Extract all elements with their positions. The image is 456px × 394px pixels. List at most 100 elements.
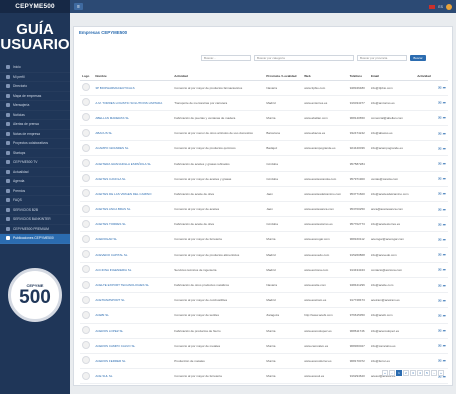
sidebar-item[interactable]: Publicaciones CEPYME500 xyxy=(0,234,70,244)
sidebar-item[interactable]: CEPYME500 PREMIUM xyxy=(0,225,70,235)
cell-name[interactable]: ACEROGAR SL xyxy=(93,231,173,248)
cell-name[interactable]: ACEITES CANOLA SL xyxy=(93,171,173,187)
cell-web[interactable]: www.acevedo.com xyxy=(302,247,348,263)
page-button[interactable]: 2 xyxy=(403,370,409,376)
cell-web[interactable] xyxy=(302,155,348,172)
sidebar-item[interactable]: Actualidad xyxy=(0,168,70,178)
sidebar-item[interactable]: Proyectos colaborativos xyxy=(0,139,70,149)
cell-name[interactable]: ACEITES DE LAS VIRGEN DEL CAMINO xyxy=(93,186,173,203)
cell-email[interactable]: info@acampogrande.es xyxy=(368,140,416,157)
sidebar-item[interactable]: Startups xyxy=(0,149,70,159)
sidebar-item[interactable]: Alertas de prensa xyxy=(0,120,70,130)
sidebar-item[interactable]: Mi perfil xyxy=(0,73,70,83)
search-button[interactable]: Buscar xyxy=(410,55,426,61)
cell-web[interactable]: www.3pbio.com xyxy=(302,80,348,96)
table-row[interactable]: ABELLAN MADERAS SL Fabricación de puertas… xyxy=(80,110,448,127)
cell-web[interactable]: www.acerogar.com xyxy=(302,231,348,248)
cell-web[interactable]: www.aceitesdelcamino.com xyxy=(302,186,348,203)
cell-email[interactable]: acerogar@acerogar.com xyxy=(368,231,416,248)
share-icon[interactable]: ➦ xyxy=(443,358,446,363)
cell-web[interactable]: www.acciona.com xyxy=(302,262,348,278)
sidebar-item[interactable]: CEPYME500 TV xyxy=(0,158,70,168)
share-icon[interactable]: ➦ xyxy=(443,283,446,288)
table-row[interactable]: ACEITES DE LAS VIRGEN DEL CAMINO Fabricac… xyxy=(80,186,448,203)
cell-name[interactable]: ACEITERA GRANADILLA ESPAÑOLA SL xyxy=(93,155,173,172)
table-row[interactable]: ACETRAMSPORT SL Comercio al por mayor de … xyxy=(80,292,448,309)
sidebar-item[interactable]: SERVICIOS BANKINTER xyxy=(0,215,70,225)
share-icon[interactable]: ➦ xyxy=(443,85,446,90)
share-icon[interactable]: ➦ xyxy=(443,343,446,348)
cell-name[interactable]: ACETRAMSPORT SL xyxy=(93,292,173,309)
cell-email[interactable]: info@aceitestorres.es xyxy=(368,216,416,233)
table-row[interactable]: ACEROS CAMPO CALVO SL Comercio al por may… xyxy=(80,338,448,354)
category-input[interactable]: Buscar por categoría xyxy=(254,55,354,61)
page-button[interactable]: › xyxy=(431,370,437,376)
cell-web[interactable]: www.abacus.es xyxy=(302,125,348,142)
share-icon[interactable]: ➦ xyxy=(443,100,446,105)
table-row[interactable]: ACEITES ANCA BRAS SL Comercio al por mayo… xyxy=(80,201,448,218)
sidebar-item[interactable]: Directorio xyxy=(0,82,70,92)
sidebar-item[interactable]: Noticias xyxy=(0,111,70,121)
table-row[interactable]: ACEROS LOPEZ SL Fabricación de productos … xyxy=(80,323,448,339)
cell-email[interactable]: info@aceroslopez.es xyxy=(368,323,416,339)
cell-email[interactable] xyxy=(368,155,416,172)
cell-email[interactable]: contacto@acciona.com xyxy=(368,262,416,278)
cell-name[interactable]: ABACUS SL xyxy=(93,125,173,142)
cell-name[interactable]: ACEROS CAMPO CALVO SL xyxy=(93,338,173,354)
share-icon[interactable]: ➦ xyxy=(443,237,446,242)
share-icon[interactable]: ➦ xyxy=(443,161,446,166)
sidebar-item[interactable]: Mapa de empresas xyxy=(0,92,70,102)
cell-email[interactable]: anca@aceitesanca.com xyxy=(368,201,416,218)
share-icon[interactable]: ➦ xyxy=(443,176,446,181)
cell-email[interactable]: info@acevedo.com xyxy=(368,247,416,263)
page-button[interactable]: 3 xyxy=(410,370,416,376)
table-row[interactable]: ACEITERA GRANADILLA ESPAÑOLA SL Fabricaci… xyxy=(80,155,448,172)
page-button[interactable]: « xyxy=(382,370,388,376)
share-icon[interactable]: ➦ xyxy=(443,131,446,136)
sidebar-item[interactable]: Inicio xyxy=(0,63,70,73)
page-button[interactable]: » xyxy=(438,370,444,376)
search-input[interactable]: Buscar... xyxy=(201,55,251,61)
cell-name[interactable]: ACEITES TORRES SL xyxy=(93,216,173,233)
cell-web[interactable]: www.acetram.es xyxy=(302,292,348,309)
sidebar-item[interactable]: SERVICIOS B2B xyxy=(0,206,70,216)
share-icon[interactable]: ➦ xyxy=(443,115,446,120)
sidebar-item[interactable]: Agenda xyxy=(0,177,70,187)
province-input[interactable]: Buscar por provincia xyxy=(357,55,407,61)
cell-name[interactable]: ACCIONA INGENIERIA SL xyxy=(93,262,173,278)
table-row[interactable]: ACELTE EXPORT TECHNOLOGIES SL Fabricación… xyxy=(80,277,448,294)
flag-icon[interactable] xyxy=(429,4,436,9)
cell-web[interactable]: www.aceroslopez.es xyxy=(302,323,348,339)
share-icon[interactable]: ➦ xyxy=(443,207,446,212)
table-row[interactable]: ACEITES TORRES SL Fabricación de aceite d… xyxy=(80,216,448,233)
cell-name[interactable]: ACEVEDO CAPITAL SL xyxy=(93,247,173,263)
table-row[interactable]: ACEROGAR SL Comercio al por mayor de ferr… xyxy=(80,231,448,248)
cell-name[interactable]: 3P BIOPHARMACEUTICALS xyxy=(93,80,173,96)
cell-web[interactable]: www.abellan.com xyxy=(302,110,348,127)
page-button[interactable]: ‹ xyxy=(389,370,395,376)
table-row[interactable]: ACEBI SL Comercio al por mayor de textile… xyxy=(80,307,448,324)
sidebar-item[interactable]: Mensajería xyxy=(0,101,70,111)
brand-name[interactable]: CEPYME500 xyxy=(0,0,70,13)
site-logo[interactable]: GUÍA USUARIO xyxy=(0,13,70,59)
cell-email[interactable]: info@acelte.com xyxy=(368,277,416,294)
cell-name[interactable]: ACEITES ANCA BRAS SL xyxy=(93,201,173,218)
cell-name[interactable]: ACAMPO GRANDES SL xyxy=(93,140,173,157)
cell-email[interactable]: acetram@acetram.es xyxy=(368,292,416,309)
page-button[interactable]: 5 xyxy=(424,370,430,376)
share-icon[interactable]: ➦ xyxy=(443,252,446,257)
share-icon[interactable]: ➦ xyxy=(443,222,446,227)
cell-web[interactable]: www.acesul.es xyxy=(302,368,348,385)
avatar[interactable] xyxy=(446,3,452,10)
cell-name[interactable]: ACELTE EXPORT TECHNOLOGIES SL xyxy=(93,277,173,294)
share-icon[interactable]: ➦ xyxy=(443,298,446,303)
cell-email[interactable]: info@acebi.com xyxy=(368,307,416,324)
cell-web[interactable]: www.amtorres.es xyxy=(302,95,348,111)
share-icon[interactable]: ➦ xyxy=(443,313,446,318)
cell-name[interactable]: ACEROS LOPEZ SL xyxy=(93,323,173,339)
cell-web[interactable]: www.acampogrande.es xyxy=(302,140,348,157)
sidebar-item[interactable]: FAQS xyxy=(0,196,70,206)
cell-email[interactable]: info@3pbio.com xyxy=(368,80,416,96)
table-row[interactable]: A.M. TORRES LOGISTIC SOLUTIONS LIMITADA T… xyxy=(80,95,448,111)
table-row[interactable]: ABACUS SL Comercio al por menor de otros … xyxy=(80,125,448,142)
